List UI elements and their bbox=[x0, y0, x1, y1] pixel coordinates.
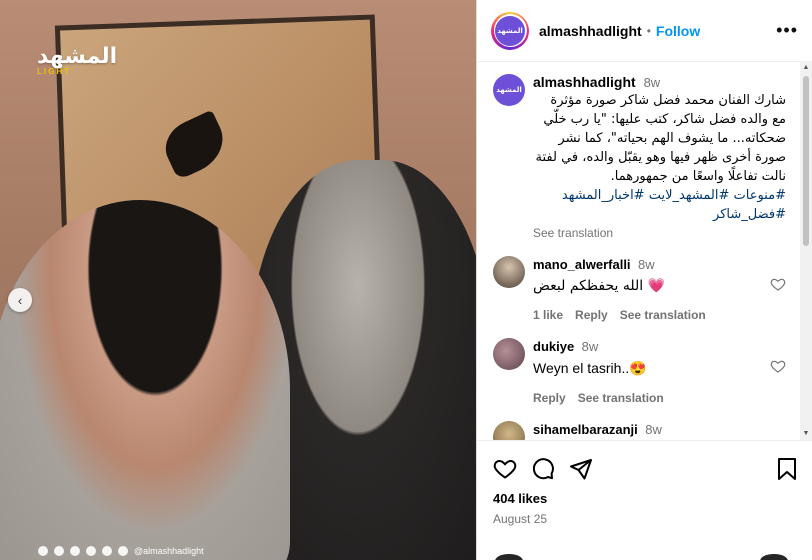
comment-username[interactable]: mano_alwerfalli bbox=[533, 257, 631, 272]
comment-username[interactable]: sihamelbarazanji bbox=[533, 422, 638, 437]
caption-time[interactable]: 8w bbox=[644, 75, 661, 90]
caption-text: شارك الفنان محمد فضل شاكر صورة مؤثرة مع … bbox=[535, 93, 786, 184]
story-ring[interactable]: المشهد bbox=[491, 11, 529, 50]
comment-time: 8w bbox=[638, 257, 655, 272]
scrollbar-thumb[interactable] bbox=[803, 76, 809, 246]
share-send-icon[interactable] bbox=[569, 457, 593, 481]
post-comment-icon[interactable] bbox=[760, 554, 788, 560]
tiktok-icon bbox=[102, 546, 112, 556]
comments-scroll-area[interactable]: المشهد almashhadlight 8w شارك الفنان محم… bbox=[477, 62, 800, 440]
caption-see-translation[interactable]: See translation bbox=[533, 226, 786, 240]
comment-avatar[interactable] bbox=[493, 338, 525, 370]
post-photo[interactable]: المشهد LIGHT ‹ @almashhadlight bbox=[0, 0, 476, 560]
like-comment-heart-icon[interactable] bbox=[770, 358, 786, 374]
comment-avatar[interactable] bbox=[493, 256, 525, 288]
like-heart-icon[interactable] bbox=[493, 457, 517, 481]
caption-avatar[interactable]: المشهد bbox=[493, 74, 525, 106]
scroll-down-arrow-icon[interactable]: ▼ bbox=[800, 428, 812, 440]
separator-dot: • bbox=[646, 23, 651, 38]
post-side-panel: المشهد almashhadlight • Follow ••• المشه… bbox=[476, 0, 812, 560]
watermark-logo: المشهد LIGHT bbox=[37, 44, 117, 76]
comment-time: 8w bbox=[645, 422, 662, 437]
like-comment-heart-icon[interactable] bbox=[770, 276, 786, 292]
comment-like-count[interactable]: 1 like bbox=[533, 308, 563, 322]
scroll-up-arrow-icon[interactable]: ▲ bbox=[800, 62, 812, 74]
instagram-icon bbox=[54, 546, 64, 556]
youtube-icon bbox=[118, 546, 128, 556]
comment-see-translation[interactable]: See translation bbox=[620, 308, 706, 322]
comment-username[interactable]: dukiye bbox=[533, 339, 574, 354]
save-bookmark-icon[interactable] bbox=[776, 457, 798, 481]
watermark-handle: @almashhadlight bbox=[134, 546, 204, 556]
chevron-left-icon: ‹ bbox=[17, 292, 23, 308]
previous-photo-button[interactable]: ‹ bbox=[8, 288, 32, 312]
avatar: المشهد bbox=[495, 15, 525, 46]
x-icon bbox=[70, 546, 80, 556]
comment-see-translation[interactable]: See translation bbox=[578, 391, 664, 405]
watermark-logo-text: المشهد bbox=[37, 44, 118, 69]
watermark-footer: @almashhadlight bbox=[0, 542, 476, 560]
facebook-icon bbox=[38, 546, 48, 556]
post-caption: المشهد almashhadlight 8w شارك الفنان محم… bbox=[477, 62, 800, 240]
caption-username[interactable]: almashhadlight bbox=[533, 74, 636, 90]
more-options-icon[interactable]: ••• bbox=[776, 20, 798, 41]
post-date[interactable]: August 25 bbox=[477, 506, 812, 526]
comment-reply-button[interactable]: Reply bbox=[575, 308, 608, 322]
post-header: المشهد almashhadlight • Follow ••• bbox=[477, 0, 812, 62]
comment-item: sihamelbarazanji 8w bbox=[477, 421, 800, 440]
comment-item: dukiye 8w Weyn el tasrih..😍 Reply See tr… bbox=[477, 338, 800, 405]
comment-item: mano_alwerfalli 8w الله يحفظكم لبعض 💗 1 … bbox=[477, 256, 800, 322]
comment-time: 8w bbox=[581, 339, 599, 354]
post-actions: 404 likes August 25 bbox=[477, 440, 812, 560]
caption-hashtags[interactable]: #منوعات #المشهد_لايت #اخبار_المشهد #فضل_… bbox=[533, 186, 786, 224]
comment-avatar[interactable] bbox=[493, 421, 525, 440]
comments-scrollbar[interactable]: ▲ ▼ bbox=[800, 62, 812, 440]
comment-text: Weyn el tasrih..😍 bbox=[533, 360, 647, 376]
comment-text: الله يحفظكم لبعض 💗 bbox=[533, 278, 666, 294]
follow-button[interactable]: Follow bbox=[656, 23, 700, 39]
comment-bubble-icon[interactable] bbox=[531, 457, 555, 481]
comment-reply-button[interactable]: Reply bbox=[533, 391, 566, 405]
like-count[interactable]: 404 likes bbox=[477, 481, 812, 506]
emoji-icon[interactable] bbox=[495, 554, 523, 560]
header-username[interactable]: almashhadlight bbox=[539, 23, 642, 39]
snapchat-icon bbox=[86, 546, 96, 556]
